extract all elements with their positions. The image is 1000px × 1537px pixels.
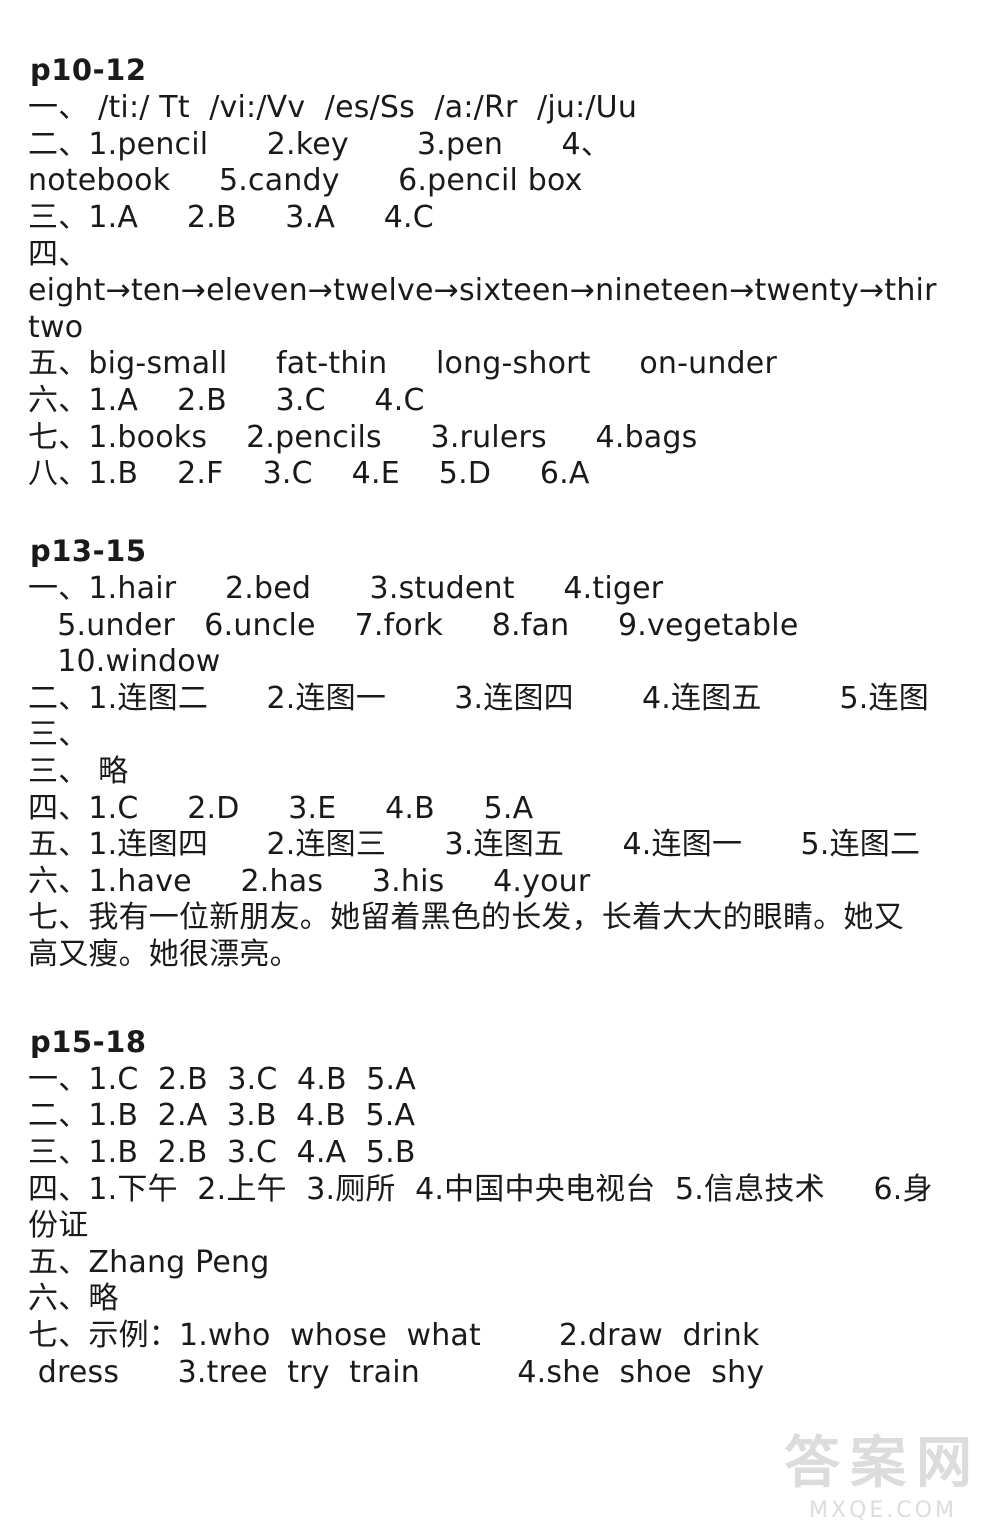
answer-line: 一、1.C 2.B 3.C 4.B 5.A <box>28 1061 416 1097</box>
watermark: 答案网 MXQE.COM <box>784 1431 982 1524</box>
answer-line: notebook 5.candy 6.pencil box <box>28 163 583 199</box>
answer-line: eight→ten→eleven→twelve→sixteen→nineteen… <box>28 273 937 309</box>
answer-line: 三、1.B 2.B 3.C 4.A 5.B <box>28 1135 416 1170</box>
answer-line: 高又瘦。她很漂亮。 <box>28 936 300 972</box>
section-title: p13-15 <box>30 533 147 568</box>
answer-line: 四、 <box>28 236 89 272</box>
answer-line: 七、示例：1.who whose what 2.draw drink <box>28 1317 760 1353</box>
answer-line: 五、big-small fat-thin long-short on-under <box>28 346 777 382</box>
section-title: p15-18 <box>30 1024 147 1059</box>
answer-line: 四、1.C 2.D 3.E 4.B 5.A <box>28 790 534 826</box>
answer-line: 三、1.A 2.B 3.A 4.C <box>28 200 434 236</box>
answer-line: 六、1.have 2.has 3.his 4.your <box>28 863 591 899</box>
section-p10-12: p10-12 一、 /ti:/ Tt /vi:/Vv /es/Ss /a:/Rr… <box>28 52 972 493</box>
answer-line: 八、1.B 2.F 3.C 4.E 5.D 6.A <box>28 456 590 492</box>
answer-line: dress 3.tree try train 4.she shoe shy <box>28 1354 765 1390</box>
answer-line: 三、 略 <box>28 754 129 789</box>
answer-line: two <box>28 309 84 345</box>
answer-line: 四、1.下午 2.上午 3.厕所 4.中国中央电视台 5.信息技术 6.身 <box>28 1171 933 1207</box>
section-p15-18: p15-18 一、1.C 2.B 3.C 4.B 5.A 二、1.B 2.A 3… <box>28 1024 972 1392</box>
answer-line: 一、 /ti:/ Tt /vi:/Vv /es/Ss /a:/Rr /ju:/U… <box>28 90 638 126</box>
answer-line: 五、1.连图四 2.连图三 3.连图五 4.连图一 5.连图二 <box>28 827 921 863</box>
watermark-text: 答案网 <box>784 1431 982 1496</box>
answer-line: 10.window <box>28 644 221 680</box>
watermark-url: MXQE.COM <box>809 1498 957 1523</box>
section-p13-15: p13-15 一、1.hair 2.bed 3.student 4.tiger … <box>28 533 972 974</box>
answer-key-page: p10-12 一、 /ti:/ Tt /vi:/Vv /es/Ss /a:/Rr… <box>0 0 1000 1537</box>
answer-line: 六、略 <box>28 1281 119 1317</box>
answer-line: 5.under 6.uncle 7.fork 8.fan 9.vegetable <box>28 607 799 643</box>
answer-line-struck: 三、 <box>28 717 89 753</box>
answer-line: 七、我有一位新朋友。她留着黑色的长发，长着大大的眼睛。她又 <box>28 900 904 936</box>
answer-line: 五、Zhang Peng <box>28 1244 270 1280</box>
answer-line: 二、1.B 2.A 3.B 4.B 5.A <box>28 1098 416 1134</box>
answer-line: 六、1.A 2.B 3.C 4.C <box>28 383 425 418</box>
answer-line: 一、1.hair 2.bed 3.student 4.tiger <box>28 571 664 607</box>
answer-line: 七、1.books 2.pencils 3.rulers 4.bags <box>28 419 698 455</box>
answer-line: 二、1.连图二 2.连图一 3.连图四 4.连图五 5.连图 <box>28 680 929 716</box>
section-title: p10-12 <box>30 53 147 87</box>
answer-line: 二、1.pencil 2.key 3.pen 4、 <box>28 126 612 162</box>
answer-line: 份证 <box>28 1208 89 1244</box>
